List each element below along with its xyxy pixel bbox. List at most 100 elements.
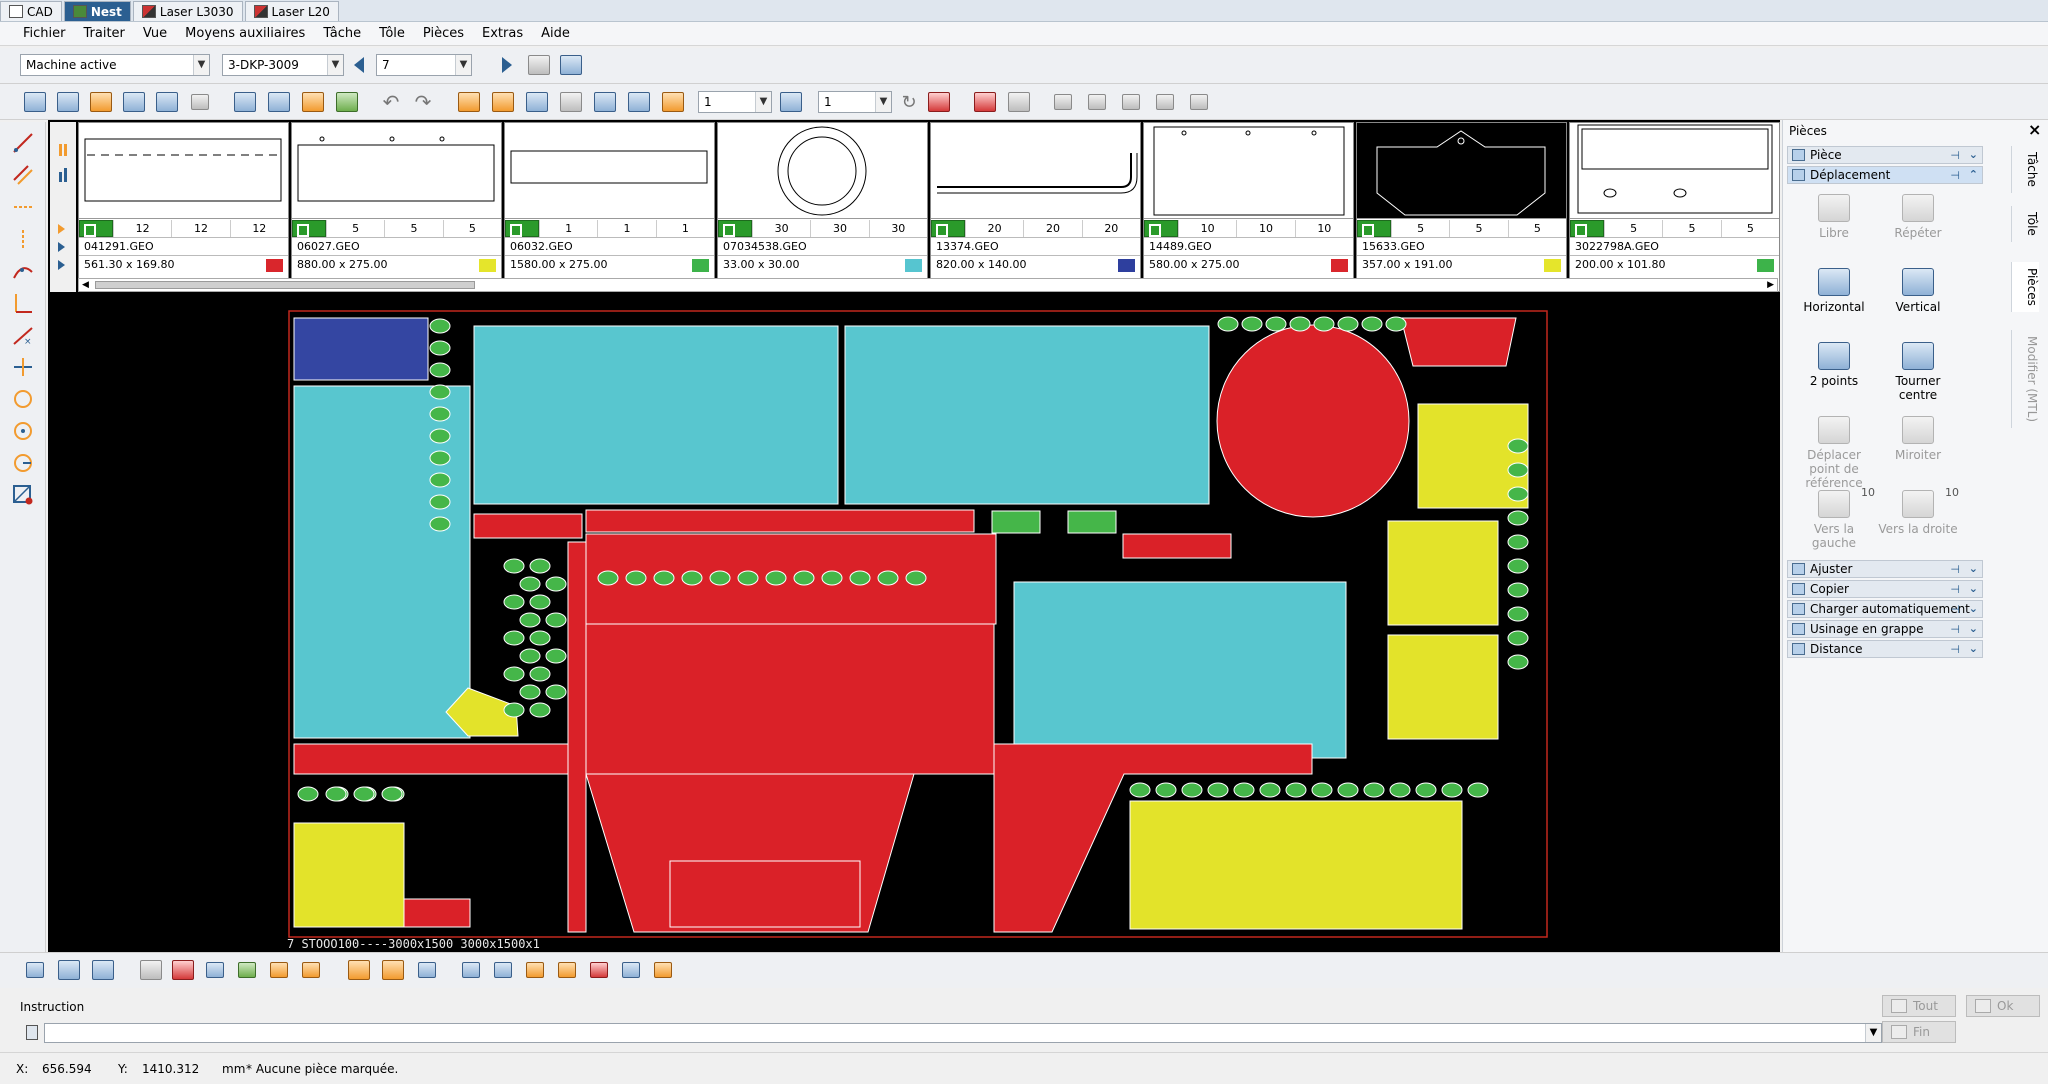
nested-part[interactable] [669,860,861,928]
select-button[interactable] [22,957,48,983]
part-card[interactable]: 5 5 5 15633.GEO 357.00 x 191.00 [1356,122,1567,292]
nested-small-part[interactable] [353,786,375,802]
2-points-button[interactable]: 2 points [1791,338,1877,410]
program-select[interactable]: 3-DKP-3009 ▼ [222,54,344,76]
add-part-button[interactable] [232,89,258,115]
nested-part[interactable] [293,822,405,928]
vtab-pieces[interactable]: Pièces [2011,262,2039,312]
snap-4-button[interactable] [554,957,580,983]
nested-small-part[interactable] [503,702,525,718]
nested-small-part[interactable] [529,594,551,610]
part-color-swatch[interactable] [479,259,496,272]
vtab-modifier-mtl[interactable]: Modifier (MTL) [2011,330,2039,429]
nested-small-part[interactable] [1389,782,1411,798]
tree-button[interactable] [187,89,213,115]
repeter-button[interactable]: Répéter [1875,190,1961,262]
nested-small-part[interactable] [905,570,927,586]
nested-part[interactable] [1067,510,1117,534]
section-deplacement[interactable]: Déplacement ⊣ ⌃ [1787,166,1983,184]
nested-small-part[interactable] [545,684,567,700]
nested-small-part[interactable] [529,630,551,646]
snap-5-button[interactable] [586,957,612,983]
nested-small-part[interactable] [1507,462,1529,478]
nested-small-part[interactable] [709,570,731,586]
part-preview[interactable] [931,123,1140,219]
section-ajuster[interactable]: Ajuster ⊣ ⌄ [1787,560,1983,578]
pin-icon[interactable]: ⊣ [1950,168,1960,184]
show-parts-button[interactable] [346,957,372,983]
chevron-down-icon[interactable]: ⌄ [1969,601,1978,617]
measure-button[interactable] [414,957,440,983]
snap-7-button[interactable] [650,957,676,983]
nested-small-part[interactable] [1415,782,1437,798]
miroiter-button[interactable]: Miroiter [1875,412,1961,484]
zoom-in-button[interactable] [234,957,260,983]
vtab-tole[interactable]: Tôle [2011,206,2039,242]
quantity-icon[interactable] [1357,220,1391,237]
app-tab-laser-l3030[interactable]: Laser L3030 [132,1,243,21]
nested-part[interactable] [1122,533,1232,559]
part-card[interactable]: 5 5 5 3022798A.GEO 200.00 x 101.80 [1569,122,1780,292]
chevron-down-icon[interactable]: ⌄ [1969,147,1978,163]
nested-small-part[interactable] [503,558,525,574]
nested-small-part[interactable] [821,570,843,586]
nested-part[interactable] [1013,581,1347,759]
part-card[interactable]: 30 30 30 07034538.GEO 33.00 x 30.00 [717,122,928,292]
menu-aide[interactable]: Aide [532,22,579,46]
nested-small-part[interactable] [381,786,403,802]
section-usinage-en-grappe[interactable]: Usinage en grappe ⊣ ⌄ [1787,620,1983,638]
scroll-left-icon[interactable]: ◀ [82,280,89,290]
part-preview[interactable] [292,123,501,219]
sheet-list-button[interactable] [526,52,552,78]
repeat-a-button[interactable] [778,89,804,115]
section-distance[interactable]: Distance ⊣ ⌄ [1787,640,1983,658]
previous-sheet-button[interactable] [346,52,372,78]
nested-small-part[interactable] [1259,782,1281,798]
nested-small-part[interactable] [1311,782,1333,798]
place-fill-button[interactable] [660,89,686,115]
new-job-button[interactable] [22,89,48,115]
sheet-grid-button[interactable] [558,52,584,78]
nested-small-part[interactable] [325,786,347,802]
nested-small-part[interactable] [545,576,567,592]
nested-small-part[interactable] [1313,316,1335,332]
menu-traiter[interactable]: Traiter [75,22,134,46]
sheet-number-select[interactable]: 7 ▼ [376,54,472,76]
part-card[interactable]: 1 1 1 06032.GEO 1580.00 x 275.00 [504,122,715,292]
place-row-button[interactable] [524,89,550,115]
nested-small-part[interactable] [1363,782,1385,798]
clipboard-icon[interactable] [22,1023,42,1043]
tool-measure-button[interactable] [10,482,36,508]
quantity-icon[interactable] [505,220,539,237]
place-grid-button[interactable] [592,89,618,115]
part-card[interactable]: 10 10 10 14489.GEO 580.00 x 275.00 [1143,122,1354,292]
tool-dashed-button[interactable] [10,194,36,220]
qty-planned[interactable]: 5 [1604,220,1662,237]
nested-part[interactable] [1387,520,1499,626]
view-parts-button[interactable] [90,957,116,983]
nested-small-part[interactable] [1129,782,1151,798]
quantity-icon[interactable] [1570,220,1604,237]
nested-small-part[interactable] [597,570,619,586]
nested-small-part[interactable] [1337,782,1359,798]
menu-tole[interactable]: Tôle [370,22,414,46]
qty-planned[interactable]: 1 [539,220,597,237]
nested-small-part[interactable] [1233,782,1255,798]
quantity-icon[interactable] [292,220,326,237]
pattern-4-button[interactable] [1152,89,1178,115]
nested-small-part[interactable] [1507,534,1529,550]
part-preview[interactable] [1357,123,1566,219]
nested-small-part[interactable] [297,786,319,802]
qty-planned[interactable]: 10 [1178,220,1236,237]
nested-small-part[interactable] [1507,606,1529,622]
copy-sheet-button[interactable] [1006,89,1032,115]
pattern-5-button[interactable] [1186,89,1212,115]
nested-small-part[interactable] [1217,316,1239,332]
nested-small-part[interactable] [519,648,541,664]
nested-small-part[interactable] [653,570,675,586]
tout-button[interactable]: Tout [1882,995,1956,1017]
chevron-up-icon[interactable]: ⌃ [1969,167,1978,183]
nested-small-part[interactable] [429,428,451,444]
nested-small-part[interactable] [1207,782,1229,798]
nested-small-part[interactable] [429,384,451,400]
